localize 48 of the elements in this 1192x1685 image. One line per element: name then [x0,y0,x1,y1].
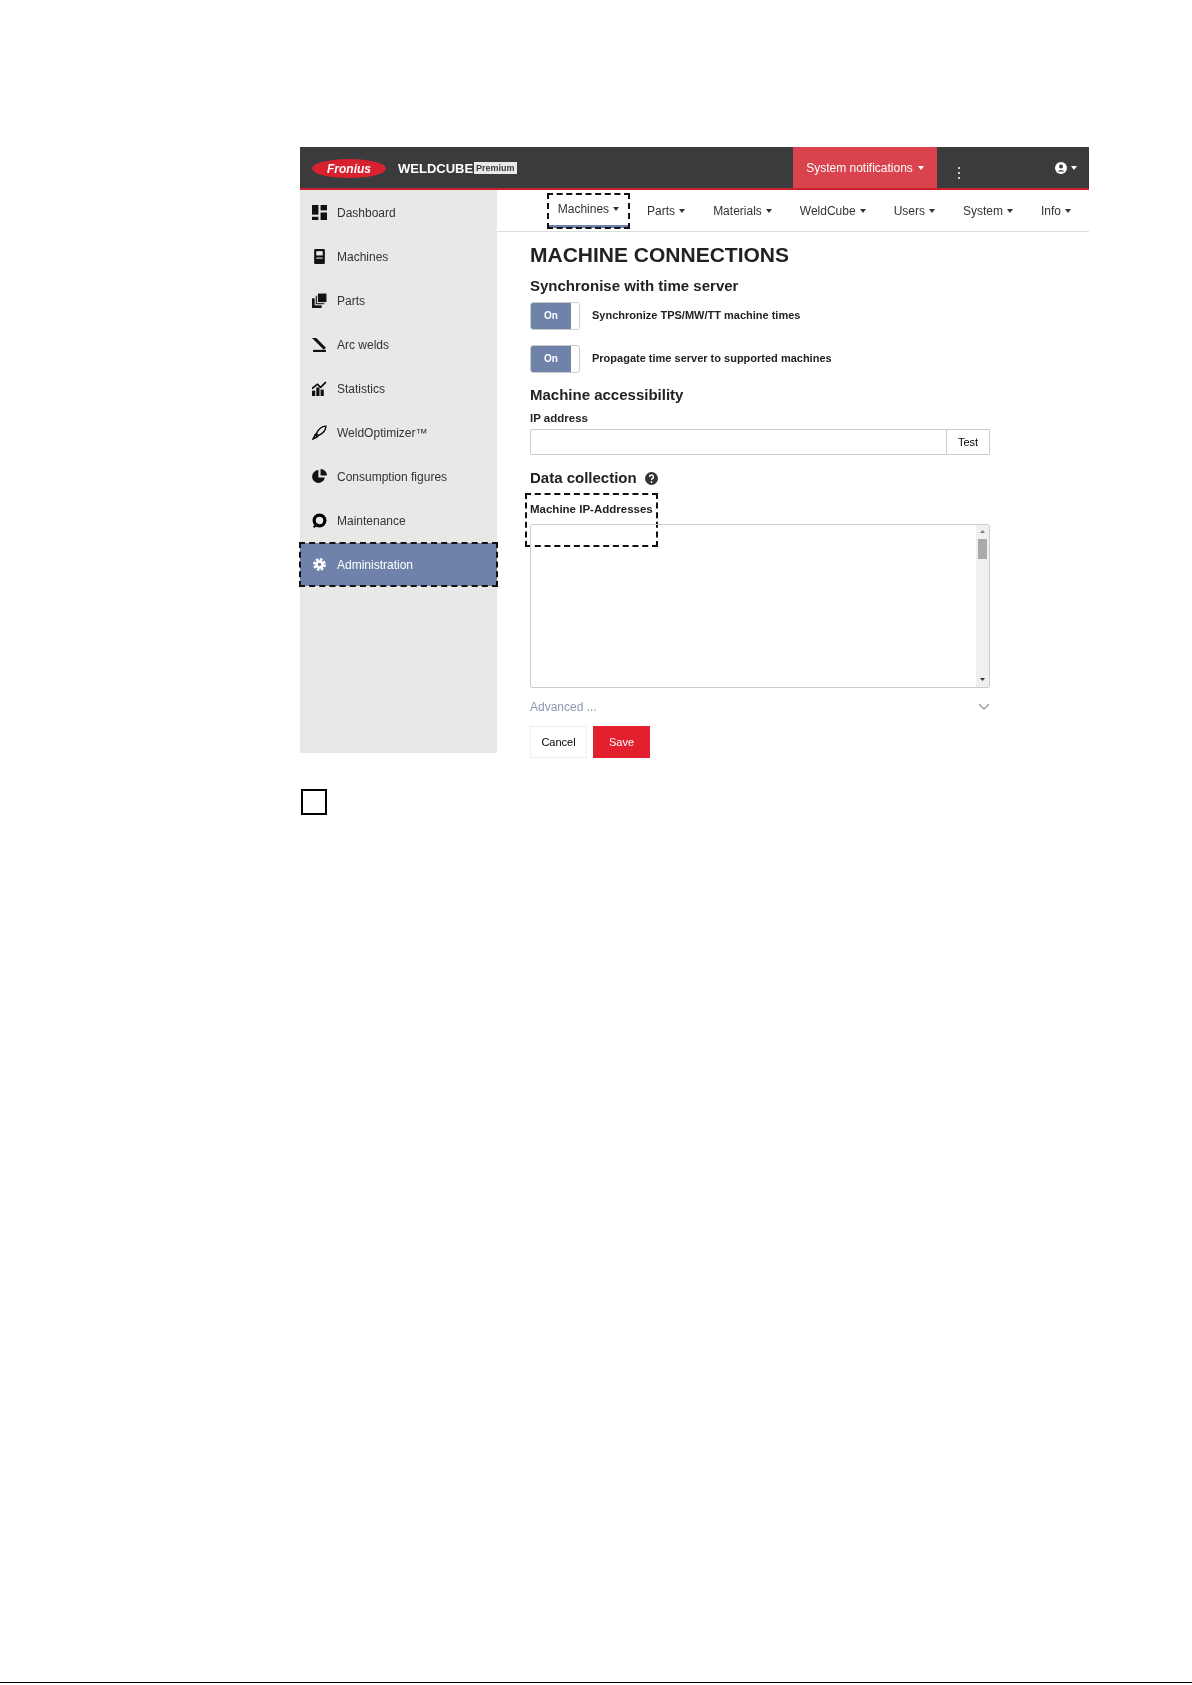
field-label: IP address [530,411,589,426]
toggle-label: Synchronize TPS/MW/TT machine times [592,308,801,324]
sidebar-item[interactable]: Statistics [300,367,497,410]
caret-icon [1071,165,1077,170]
nav-tab[interactable]: Materials [703,193,782,228]
nav-tab[interactable]: Machines [547,193,630,228]
sidebar-item[interactable]: Administration [300,543,497,586]
sidebar-item[interactable]: Machines [300,235,497,278]
toggle-switch[interactable]: On [530,344,580,373]
nav-tab[interactable]: WeldCube [789,193,876,228]
sidebar-item[interactable]: Consumption figures [300,455,497,498]
chevron-down-icon[interactable] [978,702,990,711]
edition-badge: Premium [474,162,517,174]
weld-icon [312,337,327,352]
machine-icon [312,249,327,264]
checkbox[interactable] [301,788,327,815]
test-button[interactable]: Test [947,429,990,456]
field-label: Machine IP-Addresses [530,501,653,517]
sidebar-item[interactable]: Arc welds [300,323,497,366]
nav-tab[interactable]: Parts [637,193,696,228]
product-name: WELDCUBE [398,160,474,177]
sidebar-item[interactable]: WeldOptimizer™ [300,411,497,454]
section-heading: Data collection [530,468,637,489]
dashboard-icon [312,205,327,220]
cancel-button[interactable]: Cancel [530,725,587,758]
nav-tab[interactable]: System [952,193,1023,228]
settings-icon [312,557,327,572]
sidebar-item[interactable]: Maintenance [300,499,497,542]
save-button[interactable]: Save [593,725,650,758]
section-heading: Synchronise with time server [530,276,740,296]
nav-tab[interactable]: Info [1031,193,1081,228]
toggle-label: Propagate time server to supported machines [592,351,832,367]
user-icon[interactable] [1055,161,1067,174]
ip-address-field[interactable] [530,429,947,456]
ip-addresses-field[interactable] [530,523,990,688]
logo[interactable]: Fronius [312,159,386,178]
sidebar-item[interactable]: Parts [300,279,497,322]
chart-icon [312,381,327,396]
section-heading: Machine accessibility [530,384,685,405]
parts-icon [312,293,327,308]
nav-tab[interactable]: Users [883,193,945,228]
toggle-switch[interactable]: On [530,301,580,330]
sidebar-item[interactable]: Dashboard [300,191,497,234]
notifications-button[interactable]: System notifications [793,147,937,188]
pie-chart-icon [312,469,327,484]
page-title: MACHINE CONNECTIONS [530,242,790,268]
help-icon[interactable] [644,472,658,485]
scrollbar[interactable] [976,524,989,687]
